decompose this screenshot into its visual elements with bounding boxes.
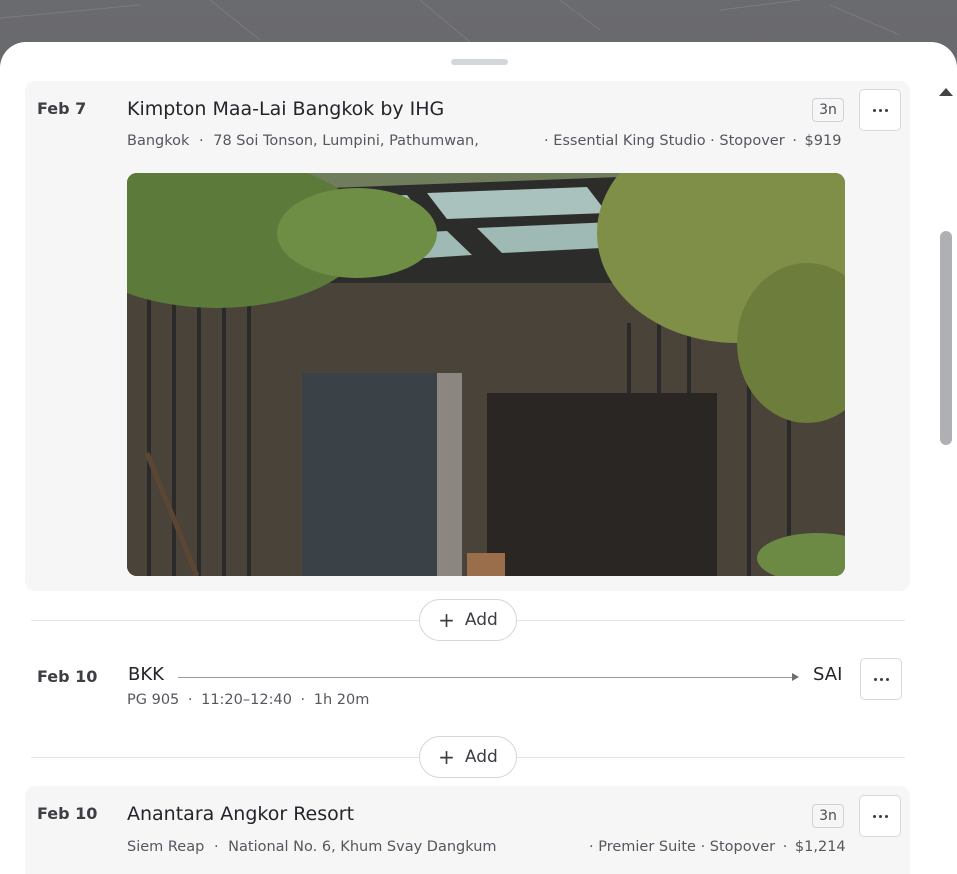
- more-options-button[interactable]: [860, 658, 902, 700]
- more-horizontal-icon: [872, 108, 888, 112]
- scroll-up-arrow-icon[interactable]: [939, 88, 953, 96]
- scrollbar-thumb[interactable]: [940, 231, 952, 445]
- stay-type: Stopover: [709, 839, 776, 855]
- nights-badge: 3n: [812, 98, 844, 122]
- hotel-address: 78 Soi Tonson, Lumpini, Pathumwan,: [213, 133, 479, 149]
- stay-date: Feb 7: [37, 99, 87, 118]
- arrow-right-icon: [792, 673, 799, 681]
- add-button[interactable]: + Add: [419, 599, 517, 641]
- plus-icon: +: [438, 745, 455, 769]
- add-item-row: + Add: [31, 599, 905, 641]
- hotel-booking-details: · Essential King Studio · Stopover · $91…: [544, 133, 842, 149]
- itinerary-sheet: Feb 7 Kimpton Maa-Lai Bangkok by IHG 3n …: [0, 42, 957, 874]
- add-button-label: Add: [464, 747, 498, 767]
- hotel-booking-details: · Premier Suite · Stopover · $1,214: [589, 839, 846, 855]
- plus-icon: +: [438, 608, 455, 632]
- add-button-label: Add: [464, 610, 498, 630]
- more-options-button[interactable]: [859, 795, 901, 837]
- flight-item[interactable]: Feb 10 BKK SAI PG 905 · 11:20–12:40 · 1h…: [0, 647, 936, 717]
- origin-airport: BKK: [128, 664, 164, 685]
- hotel-city: Bangkok: [127, 133, 190, 149]
- route-line: [178, 677, 793, 678]
- hotel-card[interactable]: Feb 7 Kimpton Maa-Lai Bangkok by IHG 3n …: [25, 81, 910, 591]
- more-options-button[interactable]: [859, 89, 901, 131]
- hotel-name[interactable]: Kimpton Maa-Lai Bangkok by IHG: [127, 98, 444, 120]
- flight-duration: 1h 20m: [313, 692, 370, 708]
- stay-date: Feb 10: [37, 804, 98, 823]
- nights-badge: 3n: [812, 804, 844, 828]
- add-item-row: + Add: [31, 736, 905, 778]
- destination-airport: SAI: [813, 664, 843, 685]
- hotel-location: Bangkok · 78 Soi Tonson, Lumpini, Pathum…: [127, 133, 479, 149]
- hotel-photo[interactable]: [127, 173, 845, 576]
- flight-details: PG 905 · 11:20–12:40 · 1h 20m: [127, 692, 370, 708]
- room-type: Premier Suite: [598, 839, 696, 855]
- add-button[interactable]: + Add: [419, 736, 517, 778]
- hotel-city: Siem Reap: [127, 839, 205, 855]
- flight-number: PG 905: [127, 692, 180, 708]
- room-type: Essential King Studio: [553, 133, 706, 149]
- hotel-card[interactable]: Feb 10 Anantara Angkor Resort 3n Siem Re…: [25, 786, 910, 874]
- flight-times: 11:20–12:40: [201, 692, 292, 708]
- more-horizontal-icon: [873, 677, 889, 681]
- more-horizontal-icon: [872, 814, 888, 818]
- hotel-name[interactable]: Anantara Angkor Resort: [127, 803, 354, 825]
- stay-price: $1,214: [794, 839, 846, 855]
- scrollbar[interactable]: [936, 104, 957, 874]
- drag-handle[interactable]: [451, 59, 508, 65]
- hotel-location: Siem Reap · National No. 6, Khum Svay Da…: [127, 839, 497, 855]
- stay-type: Stopover: [719, 133, 785, 149]
- flight-date: Feb 10: [37, 667, 98, 686]
- hotel-address: National No. 6, Khum Svay Dangkum: [228, 839, 497, 855]
- stay-price: $919: [804, 133, 842, 149]
